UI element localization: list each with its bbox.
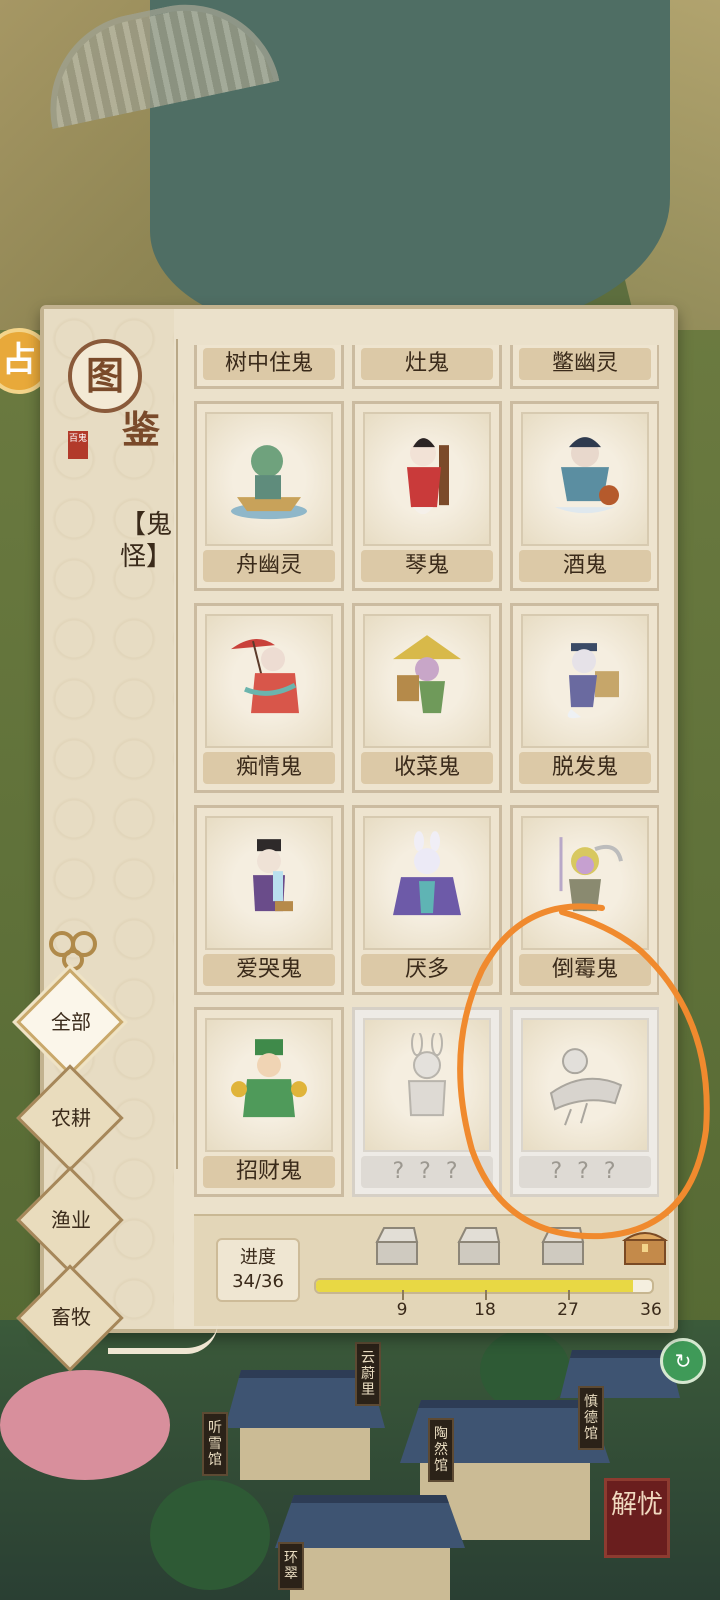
ghost-portrait-icon: [393, 635, 461, 714]
title-char: 鉴: [122, 407, 161, 452]
entry-label: ? ? ?: [361, 1156, 493, 1188]
divider: [176, 339, 178, 1169]
tree: [150, 1480, 270, 1590]
portrait-frame: [205, 614, 333, 748]
entry-label: 厌多: [361, 954, 493, 986]
entry-label: ? ? ?: [519, 1156, 651, 1188]
ghost-portrait-icon: [253, 839, 293, 912]
portrait-frame: [363, 816, 491, 950]
ghost-portrait-icon: [567, 643, 619, 719]
entry-grid[interactable]: 树中住鬼 灶鬼 鳖幽灵 舟幽灵 琴鬼 酒鬼 痴情鬼 收菜鬼 脱发鬼 爱哭鬼 厌多…: [194, 345, 659, 1215]
entry-card[interactable]: 痴情鬼: [194, 603, 344, 793]
tassel-ornament: [108, 1322, 218, 1354]
entry-card-locked[interactable]: ? ? ?: [352, 1007, 502, 1197]
progress-tick: [568, 1290, 570, 1300]
portrait-frame: [205, 1018, 333, 1152]
filter-tab-label: 渔业: [51, 1208, 91, 1232]
entry-label: 爱哭鬼: [203, 954, 335, 986]
entry-card[interactable]: 树中住鬼: [194, 345, 344, 389]
progress-track: [314, 1278, 654, 1294]
codex-panel: 图 鉴 百鬼 【鬼怪】 树中住鬼 灶鬼 鳖幽灵 舟幽灵 琴鬼 酒鬼 痴情鬼 收菜…: [40, 305, 678, 1333]
entry-label: 脱发鬼: [519, 752, 651, 784]
entry-card[interactable]: 鳖幽灵: [510, 345, 659, 389]
entry-label: 琴鬼: [361, 550, 493, 582]
progress-tick: [402, 1290, 404, 1300]
seal-button[interactable]: 解忧: [604, 1478, 670, 1558]
portrait-frame: [363, 1018, 491, 1152]
milestone-label: 27: [557, 1300, 579, 1320]
entry-card[interactable]: 招财鬼: [194, 1007, 344, 1197]
entry-label: 舟幽灵: [203, 550, 335, 582]
entry-card[interactable]: 舟幽灵: [194, 401, 344, 591]
entry-card[interactable]: 琴鬼: [352, 401, 502, 591]
entry-label: 痴情鬼: [203, 752, 335, 784]
progress-tick: [485, 1290, 487, 1300]
milestone-label: 18: [474, 1300, 496, 1320]
progress-value: 34/36: [232, 1271, 284, 1292]
reward-chest-open-icon[interactable]: [374, 1226, 420, 1266]
locked-silhouette-icon: [407, 1033, 447, 1117]
entry-card[interactable]: 脱发鬼: [510, 603, 659, 793]
ghost-portrait-icon: [231, 1039, 307, 1118]
title-stamp: 百鬼: [68, 431, 88, 459]
locked-silhouette-icon: [549, 1048, 623, 1126]
entry-card[interactable]: 灶鬼: [352, 345, 502, 389]
portrait-frame: [363, 412, 491, 546]
place-sign[interactable]: 陶然馆: [428, 1418, 454, 1482]
progress-label: 进度: [240, 1247, 276, 1268]
entry-label: 收菜鬼: [361, 752, 493, 784]
entry-label: 招财鬼: [203, 1156, 335, 1188]
entry-label: 鳖幽灵: [519, 348, 651, 380]
ghost-portrait-icon: [393, 831, 461, 916]
entry-card[interactable]: 酒鬼: [510, 401, 659, 591]
progress-label-box: 进度 34/36: [216, 1238, 300, 1302]
portrait-frame: [363, 614, 491, 748]
entry-label: 树中住鬼: [203, 348, 335, 380]
blossom-tree: [0, 1370, 170, 1480]
knot-ornament-icon: [49, 931, 97, 971]
ghost-portrait-icon: [555, 437, 619, 514]
ghost-portrait-icon: [407, 438, 449, 515]
place-sign[interactable]: 慎德馆: [578, 1386, 604, 1450]
portrait-frame: [521, 614, 649, 748]
place-sign[interactable]: 环翠: [278, 1542, 304, 1590]
portrait-frame: [205, 412, 333, 546]
filter-tab-label: 全部: [51, 1010, 91, 1034]
entry-card-locked[interactable]: ? ? ?: [510, 1007, 659, 1197]
progress-fill: [316, 1280, 634, 1292]
tree: [480, 1330, 570, 1410]
ghost-portrait-icon: [231, 445, 307, 520]
ghost-portrait-icon: [231, 639, 299, 714]
leaf-badge-icon[interactable]: ↻: [660, 1338, 706, 1384]
filter-tab-label: 畜牧: [51, 1305, 91, 1329]
milestone-label: 36: [640, 1300, 662, 1320]
ghost-portrait-icon: [559, 837, 623, 912]
entry-card[interactable]: 收菜鬼: [352, 603, 502, 793]
category-label: 【鬼怪】: [120, 510, 173, 572]
portrait-frame: [521, 1018, 649, 1152]
house-roof: [275, 1495, 465, 1548]
entry-card[interactable]: 厌多: [352, 805, 502, 995]
reward-chest-open-icon[interactable]: [540, 1226, 586, 1266]
reward-chest-icon[interactable]: [622, 1226, 668, 1266]
entry-label: 灶鬼: [361, 348, 493, 380]
entry-card[interactable]: 爱哭鬼: [194, 805, 344, 995]
entry-card[interactable]: 倒霉鬼: [510, 805, 659, 995]
place-sign[interactable]: 听雪馆: [202, 1412, 228, 1476]
entry-label: 酒鬼: [519, 550, 651, 582]
portrait-frame: [205, 816, 333, 950]
entry-label: 倒霉鬼: [519, 954, 651, 986]
filter-tab-label: 农耕: [51, 1106, 91, 1130]
place-sign[interactable]: 云蔚里: [355, 1342, 381, 1406]
reward-chest-open-icon[interactable]: [456, 1226, 502, 1266]
portrait-frame: [521, 816, 649, 950]
portrait-frame: [521, 412, 649, 546]
collection-progress: 进度 34/36 9 18 27 36: [194, 1214, 669, 1326]
milestone-label: 9: [396, 1300, 408, 1320]
